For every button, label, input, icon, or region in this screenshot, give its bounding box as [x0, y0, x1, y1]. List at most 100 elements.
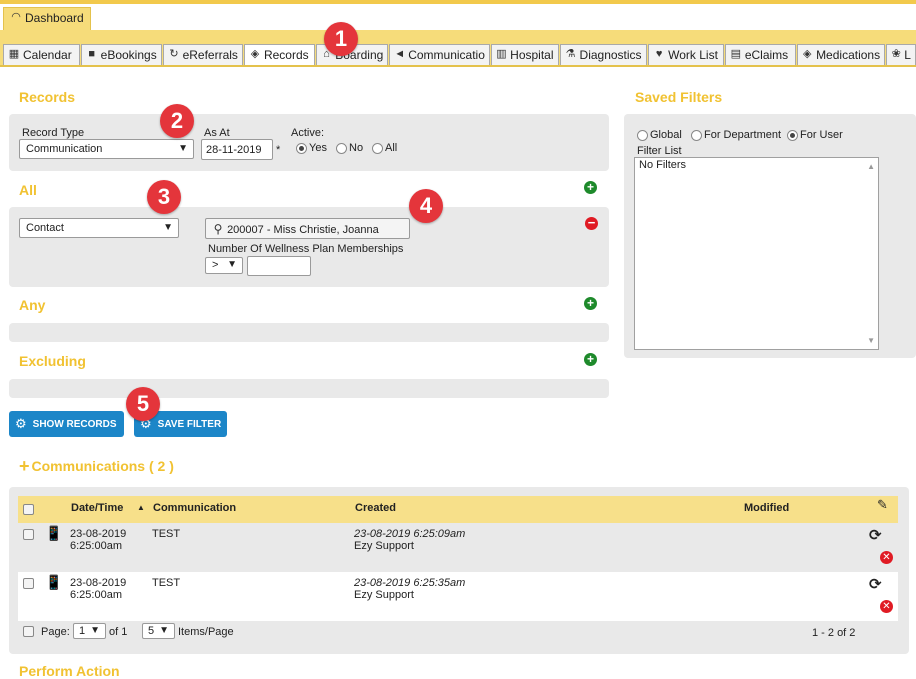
annotation-badge-1: 1 — [324, 22, 358, 56]
add-any-condition-icon[interactable]: + — [584, 297, 597, 310]
communications-title-row[interactable]: + Communications ( 2 ) — [19, 457, 174, 475]
records-title: Records — [19, 89, 76, 105]
tab-ereferrals[interactable]: ↻ eReferrals — [163, 44, 243, 65]
tab-work-list[interactable]: ♥ Work List — [648, 44, 724, 65]
add-excluding-condition-icon[interactable]: + — [584, 353, 597, 366]
operator-select[interactable]: > ▼ — [205, 257, 243, 274]
col-modified[interactable]: Modified — [744, 502, 789, 514]
scroll-down-icon[interactable]: ▼ — [867, 336, 875, 345]
filter-list-label: Filter List — [637, 145, 682, 157]
tab-label: L — [904, 48, 911, 62]
tab-communications[interactable]: ◄ Communicatio — [389, 44, 490, 65]
tab-ebookings[interactable]: ■ eBookings — [80, 44, 163, 65]
scope-user-radio[interactable]: For User — [787, 129, 843, 141]
as-at-date-input[interactable]: 28-11-2019 — [201, 139, 273, 160]
tab-medications[interactable]: ◈ Medications — [796, 44, 886, 65]
excluding-title: Excluding — [19, 353, 86, 369]
wellness-label: Number Of Wellness Plan Memberships — [208, 243, 404, 255]
row-checkbox[interactable] — [23, 529, 34, 540]
active-no-radio[interactable]: No — [336, 142, 363, 154]
tab-label: Medications — [816, 48, 881, 62]
pager-range: 1 - 2 of 2 — [812, 627, 856, 639]
filter-list[interactable]: No Filters ▲ ▼ — [634, 157, 879, 350]
wellness-count-input[interactable] — [247, 256, 311, 276]
col-created[interactable]: Created — [355, 502, 396, 514]
excluding-panel — [9, 379, 609, 398]
active-all-radio[interactable]: All — [372, 142, 397, 154]
row-communication[interactable]: TEST — [152, 577, 180, 589]
row-checkbox[interactable] — [23, 578, 34, 589]
tab-diagnostics[interactable]: ⚗ Diagnostics — [559, 44, 648, 65]
phone-icon: 📱 — [45, 525, 63, 541]
tag-icon: ◈ — [803, 48, 812, 60]
row-created-by: Ezy Support — [354, 540, 414, 552]
annotation-badge-5: 5 — [126, 387, 160, 421]
tab-label: Communicatio — [408, 48, 485, 62]
radio-dot — [691, 129, 702, 141]
scope-department-radio[interactable]: For Department — [691, 129, 781, 141]
dashboard-tab[interactable]: ◠ Dashboard — [3, 7, 91, 30]
row-communication[interactable]: TEST — [152, 528, 180, 540]
record-type-value: Communication — [26, 143, 103, 155]
tab-more[interactable]: ❀ L — [886, 44, 916, 65]
refresh-icon: ↻ — [169, 48, 179, 60]
tab-label: Work List — [668, 48, 718, 62]
heart-icon: ♥ — [655, 48, 663, 60]
communications-title: Communications ( 2 ) — [31, 458, 174, 474]
refresh-icon[interactable]: ⟳ — [869, 526, 882, 544]
calendar-icon: ▦ — [8, 48, 20, 60]
radio-dot — [296, 142, 307, 154]
remove-condition-icon[interactable]: − — [585, 216, 598, 230]
annotation-badge-3: 3 — [147, 180, 181, 214]
table-row[interactable]: 📱 23-08-2019 6:25:00am TEST 23-08-2019 6… — [18, 572, 898, 621]
row-created-by: Ezy Support — [354, 589, 414, 601]
radio-label: Yes — [309, 142, 327, 154]
top-strip — [0, 0, 916, 30]
row-created-at: 23-08-2019 6:25:09am — [354, 528, 466, 540]
expand-plus-icon[interactable]: + — [19, 457, 30, 475]
contact-search-field[interactable]: ⚲ 200007 - Miss Christie, Joanna — [205, 218, 410, 239]
tab-hospital[interactable]: ▥ Hospital — [490, 44, 559, 65]
refresh-icon[interactable]: ⟳ — [869, 575, 882, 593]
claim-icon: ▤ — [730, 48, 742, 60]
radio-label: All — [385, 142, 398, 154]
page-select[interactable]: 1 ▼ — [73, 623, 106, 639]
pager-checkbox[interactable] — [23, 626, 34, 637]
as-at-label: As At — [204, 127, 230, 139]
table-row[interactable]: 📱 23-08-2019 6:25:00am TEST 23-08-2019 6… — [18, 523, 898, 572]
tab-calendar[interactable]: ▦ Calendar — [3, 44, 80, 65]
tab-records[interactable]: ◈ Records — [243, 44, 315, 65]
megaphone-icon: ◄ — [394, 48, 406, 60]
delete-icon[interactable]: ✕ — [880, 600, 893, 613]
any-title: Any — [19, 297, 46, 313]
items-per-page-select[interactable]: 5 ▼ — [142, 623, 175, 639]
tab-eclaims[interactable]: ▤ eClaims — [724, 44, 796, 65]
record-type-label: Record Type — [22, 127, 85, 139]
chevron-down-icon: ▼ — [159, 625, 169, 636]
select-all-checkbox[interactable] — [23, 504, 34, 515]
perform-action-title: Perform Action — [19, 663, 120, 679]
scroll-up-icon[interactable]: ▲ — [867, 162, 875, 171]
any-panel — [9, 323, 609, 342]
operator-value: > — [212, 259, 219, 271]
filter-list-item[interactable]: No Filters — [639, 159, 874, 171]
col-communication[interactable]: Communication — [153, 502, 236, 514]
radio-dot — [336, 142, 347, 154]
sort-asc-icon[interactable]: ▲ — [137, 502, 145, 514]
radio-label: Global — [650, 129, 682, 141]
col-datetime[interactable]: Date/Time — [71, 502, 123, 514]
active-yes-radio[interactable]: Yes — [296, 142, 327, 154]
radio-label: For User — [800, 129, 843, 141]
record-type-select[interactable]: Communication ▼ — [19, 139, 194, 159]
pager-page-label: Page: — [41, 626, 70, 638]
condition-field-select[interactable]: Contact ▼ — [19, 218, 179, 238]
pencil-icon[interactable]: ✎ — [877, 498, 888, 511]
show-records-button[interactable]: ⚙ SHOW RECORDS — [9, 411, 124, 437]
add-all-condition-icon[interactable]: + — [584, 181, 597, 194]
tab-band — [0, 30, 916, 43]
delete-icon[interactable]: ✕ — [880, 551, 893, 564]
pager-of-label: of 1 — [109, 626, 128, 638]
tab-label: Calendar — [23, 48, 72, 62]
grid-header: Date/Time ▲ Communication Created Modifi… — [18, 496, 898, 523]
scope-global-radio[interactable]: Global — [637, 129, 682, 141]
